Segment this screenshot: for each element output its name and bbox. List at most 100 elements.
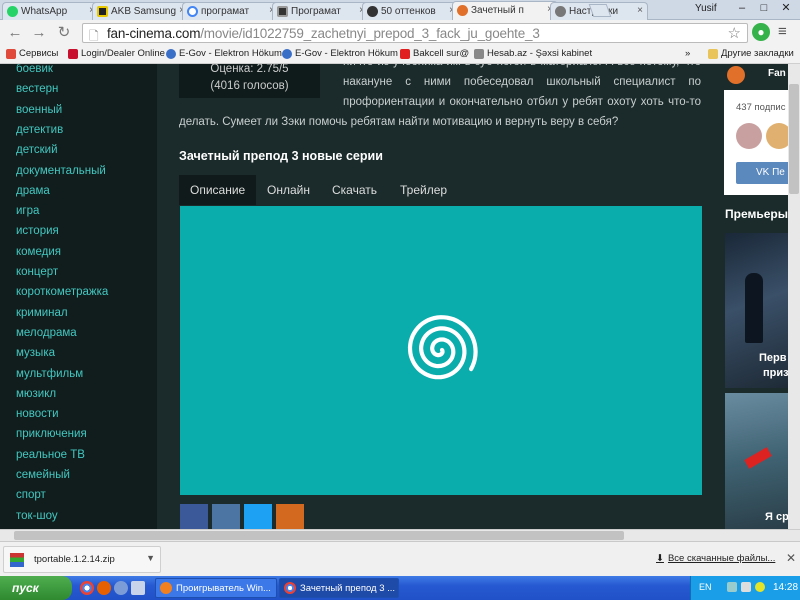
genre-link[interactable]: ток-шоу xyxy=(16,510,58,522)
bookmark-bakcell[interactable]: Bakcell sur@ xyxy=(400,48,469,59)
share-vk-button[interactable] xyxy=(212,504,240,529)
desktop-icon[interactable] xyxy=(131,581,145,595)
network-icon[interactable] xyxy=(727,582,737,592)
genre-sidebar: боевик вестерн военный детектив детский докум… xyxy=(0,64,157,529)
taskbar-media-player[interactable]: Проигрыватель Win... xyxy=(155,578,277,598)
tab-50-shades[interactable]: 50 оттенков × xyxy=(362,2,460,20)
chrome-icon[interactable] xyxy=(80,581,94,595)
firefox-icon[interactable] xyxy=(97,581,111,595)
reload-icon[interactable]: ↻ xyxy=(55,24,73,42)
vk-header: Fan xyxy=(724,64,792,90)
mask-icon xyxy=(367,6,378,17)
bookmark-egov-1[interactable]: E-Gov - Elektron Hökum xyxy=(166,48,282,59)
tab-akb-samsung[interactable]: AKB Samsung × xyxy=(92,2,190,20)
genre-link[interactable]: мюзикл xyxy=(16,388,56,400)
genre-link[interactable]: приключения xyxy=(16,428,87,440)
genre-link[interactable]: новости xyxy=(16,408,59,420)
genre-link[interactable]: короткометражка xyxy=(16,286,108,298)
premiere-poster[interactable]: Перв приз xyxy=(725,233,789,388)
clock[interactable]: 14:28 xyxy=(773,582,798,593)
premiere-poster[interactable]: Я ср xyxy=(725,393,789,529)
share-twitter-button[interactable] xyxy=(244,504,272,529)
bookmark-login-dealer[interactable]: Login/Dealer Online xyxy=(68,48,165,59)
video-player[interactable] xyxy=(180,206,702,495)
poster-figure xyxy=(745,273,763,343)
vk-subscribe-button[interactable]: VK Пе xyxy=(736,162,796,184)
share-odnoklassniki-button[interactable] xyxy=(276,504,304,529)
extension-icon[interactable]: ● xyxy=(752,23,770,41)
bookmarks-bar: Сервисы Login/Dealer Online E-Gov - Elek… xyxy=(0,46,800,64)
poster-streak xyxy=(744,447,772,469)
genre-link[interactable]: драма xyxy=(16,185,50,197)
language-indicator[interactable]: EN xyxy=(699,582,712,592)
genre-link[interactable]: боевик xyxy=(16,64,53,75)
genre-link[interactable]: реальное ТВ xyxy=(16,449,85,461)
bookmark-favicon xyxy=(166,49,176,59)
page-info-icon[interactable]: 🗋 xyxy=(89,27,99,48)
tab-video[interactable]: Програмат × xyxy=(272,2,370,20)
scrollbar-thumb[interactable] xyxy=(14,531,624,540)
tab-download[interactable]: Скачать xyxy=(321,175,388,205)
bookmark-egov-2[interactable]: E-Gov - Elektron Hökum xyxy=(282,48,398,59)
horizontal-scrollbar[interactable] xyxy=(0,529,800,541)
genre-link[interactable]: документальный xyxy=(16,165,106,177)
genre-link[interactable]: комедия xyxy=(16,246,61,258)
bookmark-label: E-Gov - Elektron Hökum xyxy=(295,48,398,59)
tab-whatsapp[interactable]: WhatsApp × xyxy=(2,2,100,20)
back-arrow-icon[interactable]: ← xyxy=(6,24,24,42)
tab-google-search[interactable]: програмат × xyxy=(182,2,280,20)
close-tab-icon[interactable]: × xyxy=(637,5,643,16)
poster-caption: Перв приз xyxy=(759,351,789,381)
url-host: fan-cinema.com xyxy=(107,26,201,41)
genre-link[interactable]: спорт xyxy=(16,489,46,501)
avatar[interactable] xyxy=(736,123,762,149)
vk-group-name[interactable]: Fan xyxy=(768,68,786,79)
maximize-button[interactable]: □ xyxy=(754,1,774,17)
bookmarks-overflow-button[interactable]: » xyxy=(685,48,690,59)
scrollbar-thumb[interactable] xyxy=(789,84,799,194)
tab-online[interactable]: Онлайн xyxy=(256,175,321,205)
chrome-icon xyxy=(284,582,296,594)
genre-link[interactable]: детектив xyxy=(16,124,63,136)
taskbar-chrome-window[interactable]: Зачетный препод 3 ... xyxy=(279,578,399,598)
tab-trailer[interactable]: Трейлер xyxy=(389,175,458,205)
genre-link[interactable]: концерт xyxy=(16,266,58,278)
profile-name[interactable]: Yusif xyxy=(695,3,717,14)
genre-link[interactable]: вестерн xyxy=(16,83,58,95)
other-bookmarks-folder[interactable]: Другие закладки xyxy=(708,48,794,59)
genre-link[interactable]: детский xyxy=(16,144,58,156)
chevron-down-icon[interactable]: ▼ xyxy=(146,553,155,563)
tab-description[interactable]: Описание xyxy=(179,175,257,205)
genre-link[interactable]: история xyxy=(16,225,59,237)
start-button[interactable]: пуск xyxy=(0,576,72,600)
close-window-button[interactable]: ✕ xyxy=(776,1,796,17)
security-icon[interactable] xyxy=(755,582,765,592)
minimize-button[interactable]: – xyxy=(732,1,752,17)
bookmark-star-icon[interactable]: ☆ xyxy=(728,24,741,42)
volume-icon[interactable] xyxy=(741,582,751,592)
windows-taskbar: пуск Проигрыватель Win... Зачетный препо… xyxy=(0,576,800,600)
menu-icon[interactable]: ≡ xyxy=(778,23,787,40)
url-path: /movie/id1022759_zachetnyi_prepod_3_fack… xyxy=(200,26,540,41)
close-downloads-icon[interactable]: ✕ xyxy=(786,551,796,565)
rating-score: Оценка: 2.75/5 xyxy=(210,64,289,75)
address-bar[interactable]: 🗋 fan-cinema.com/movie/id1022759_zachetn… xyxy=(82,23,748,43)
all-downloads-link[interactable]: ⬇ Все скачанные файлы... xyxy=(656,553,775,564)
genre-link[interactable]: мелодрама xyxy=(16,327,77,339)
download-item[interactable]: tportable.1.2.14.zip ▼ xyxy=(3,546,161,573)
tab-fan-cinema[interactable]: Зачетный п × xyxy=(452,1,558,21)
vertical-scrollbar[interactable] xyxy=(788,64,800,529)
genre-link[interactable]: игра xyxy=(16,205,39,217)
genre-link[interactable]: криминал xyxy=(16,307,68,319)
genre-link[interactable]: музыка xyxy=(16,347,55,359)
genre-link[interactable]: семейный xyxy=(16,469,70,481)
bookmark-hesab[interactable]: Hesab.az - Şəxsi kabinet xyxy=(474,48,592,59)
bookmark-services[interactable]: Сервисы xyxy=(6,48,58,59)
settings-icon[interactable] xyxy=(114,581,128,595)
fan-cinema-avatar xyxy=(727,66,745,84)
genre-link[interactable]: мультфильм xyxy=(16,368,83,380)
share-facebook-button[interactable] xyxy=(180,504,208,529)
genre-link[interactable]: военный xyxy=(16,104,62,116)
download-icon: ⬇ xyxy=(656,553,664,564)
forward-arrow-icon[interactable]: → xyxy=(30,24,48,42)
